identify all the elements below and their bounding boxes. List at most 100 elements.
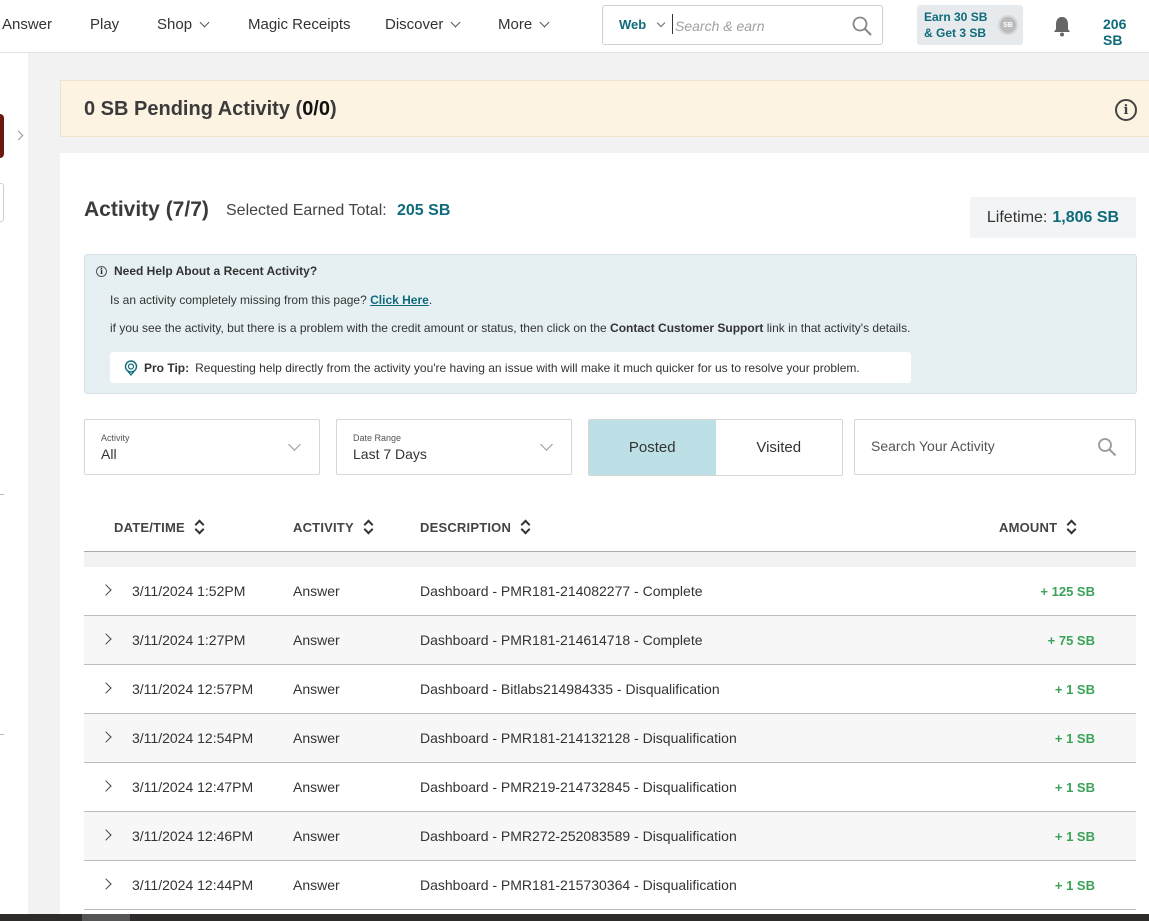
sb-coin-label: SB xyxy=(1003,21,1013,29)
row-activity: Answer xyxy=(293,730,340,746)
sort-amount-header[interactable]: AMOUNT xyxy=(999,518,1076,536)
row-description: Dashboard - Bitlabs214984335 - Disqualif… xyxy=(420,681,720,697)
row-amount: + 1 SB xyxy=(1054,878,1095,893)
visited-tab[interactable]: Visited xyxy=(716,420,843,475)
top-navigation: Answer Play Shop Magic Receipts Discover… xyxy=(0,0,1149,53)
sidebar-item-box[interactable] xyxy=(0,183,4,222)
pro-tip-label: Pro Tip: xyxy=(144,360,190,375)
taskbar-strip xyxy=(0,914,1149,921)
row-activity: Answer xyxy=(293,779,340,795)
table-row[interactable]: 3/11/2024 12:46PM Answer Dashboard - PMR27… xyxy=(84,812,1136,861)
sb-balance[interactable]: 206 SB xyxy=(1103,16,1149,48)
expand-chevron-icon[interactable] xyxy=(100,682,112,694)
info-icon: i xyxy=(96,265,107,277)
nav-discover[interactable]: Discover xyxy=(385,16,461,33)
row-description: Dashboard - PMR181-214614718 - Complete xyxy=(420,632,703,648)
date-range-select[interactable]: Date Range Last 7 Days xyxy=(336,419,572,475)
table-row[interactable]: 3/11/2024 12:54PM Answer Dashboard - PMR18… xyxy=(84,714,1136,763)
activity-filter-value: All xyxy=(101,446,117,462)
table-header: DATE/TIME ACTIVITY DESCRIPTION AMOUNT xyxy=(84,508,1136,552)
row-amount: + 1 SB xyxy=(1054,682,1095,697)
table-row[interactable]: 3/11/2024 1:27PM Answer Dashboard - PMR181… xyxy=(84,616,1136,665)
row-datetime: 3/11/2024 12:44PM xyxy=(132,877,254,893)
row-amount: + 1 SB xyxy=(1054,829,1095,844)
search-scope-select[interactable]: Web xyxy=(619,17,666,32)
expand-chevron-icon[interactable] xyxy=(100,780,112,792)
activity-table-body: 3/11/2024 1:52PM Answer Dashboard - PMR181… xyxy=(84,567,1136,910)
help-line2-post: link in that activity's details. xyxy=(766,321,911,335)
web-search-box: Web xyxy=(602,5,883,45)
taskbar-segment xyxy=(82,914,130,921)
expand-chevron-icon[interactable] xyxy=(100,731,112,743)
earn-promo-line1: Earn 30 SB xyxy=(924,10,988,24)
nav-more-label: More xyxy=(498,16,533,33)
expand-chevron-icon[interactable] xyxy=(100,633,112,645)
search-icon[interactable] xyxy=(851,15,873,37)
activity-type-select[interactable]: Activity All xyxy=(84,419,320,475)
expand-chevron-icon[interactable] xyxy=(100,829,112,841)
lifetime-label: Lifetime: xyxy=(986,208,1048,226)
help-line1-text: Is an activity completely missing from t… xyxy=(110,293,367,307)
posted-visited-toggle: Posted Visited xyxy=(588,419,843,476)
row-amount: + 125 SB xyxy=(1040,584,1095,599)
sort-datetime-header[interactable]: DATE/TIME xyxy=(114,518,204,536)
chevron-down-icon xyxy=(199,17,210,28)
expand-chevron-icon[interactable] xyxy=(100,584,112,596)
sort-activity-header[interactable]: ACTIVITY xyxy=(293,518,373,536)
pending-suffix: ) xyxy=(330,98,337,120)
left-sidebar-collapsed xyxy=(0,53,28,921)
activity-title: Activity (7/7) xyxy=(84,198,209,221)
nav-more[interactable]: More xyxy=(498,16,550,33)
search-input[interactable] xyxy=(675,16,845,36)
lifetime-value: 1,806 SB xyxy=(1052,208,1120,226)
row-datetime: 3/11/2024 1:27PM xyxy=(132,632,246,648)
chevron-down-icon xyxy=(540,438,553,451)
help-title-text: Need Help About a Recent Activity? xyxy=(114,264,318,278)
pending-count: 0/0 xyxy=(302,98,330,120)
activity-search-input[interactable] xyxy=(871,438,1091,454)
table-row[interactable]: 3/11/2024 12:44PM Answer Dashboard - PMR18… xyxy=(84,861,1136,910)
row-amount: + 1 SB xyxy=(1054,731,1095,746)
nav-magic-receipts[interactable]: Magic Receipts xyxy=(248,16,351,33)
search-cursor xyxy=(672,14,673,34)
notification-bell-icon[interactable] xyxy=(1052,15,1072,37)
row-datetime: 3/11/2024 12:47PM xyxy=(132,779,254,795)
expand-chevron-icon[interactable] xyxy=(100,878,112,890)
posted-tab[interactable]: Posted xyxy=(589,420,716,475)
activity-search-box xyxy=(854,419,1136,475)
earn-promo-line2: & Get 3 SB xyxy=(924,26,987,40)
search-icon[interactable] xyxy=(1097,437,1117,457)
nav-answer[interactable]: Answer xyxy=(2,16,52,33)
activity-card: Activity (7/7) Selected Earned Total: 20… xyxy=(60,153,1149,921)
date-range-label: Date Range xyxy=(353,433,402,443)
contact-support-text: Contact Customer Support xyxy=(610,321,764,335)
sort-icon xyxy=(363,518,373,536)
sort-icon xyxy=(1066,518,1076,536)
nav-play[interactable]: Play xyxy=(90,16,119,33)
nav-shop[interactable]: Shop xyxy=(157,16,210,33)
pending-activity-bar: 0 SB Pending Activity (0/0) i xyxy=(60,80,1149,137)
earn-promo-button[interactable]: Earn 30 SB & Get 3 SB SB xyxy=(917,5,1023,45)
row-activity: Answer xyxy=(293,632,340,648)
sort-description-header[interactable]: DESCRIPTION xyxy=(420,518,530,536)
sort-icon xyxy=(194,518,204,536)
nav-answer-label: Answer xyxy=(2,16,53,33)
info-icon[interactable]: i xyxy=(1115,99,1137,121)
datetime-header-label: DATE/TIME xyxy=(114,519,185,535)
row-description: Dashboard - PMR181-214082277 - Complete xyxy=(420,583,703,599)
help-missing-activity: Is an activity completely missing from t… xyxy=(110,293,433,307)
help-title: i Need Help About a Recent Activity? xyxy=(96,264,317,278)
table-row[interactable]: 3/11/2024 12:47PM Answer Dashboard - PMR21… xyxy=(84,763,1136,812)
row-description: Dashboard - PMR219-214732845 - Disqualif… xyxy=(420,779,737,795)
click-here-link[interactable]: Click Here xyxy=(370,293,429,307)
pending-prefix: 0 SB Pending Activity ( xyxy=(84,98,303,120)
row-datetime: 3/11/2024 12:54PM xyxy=(132,730,254,746)
sidebar-expand-chevron-icon[interactable] xyxy=(13,130,24,141)
row-activity: Answer xyxy=(293,877,340,893)
chevron-down-icon xyxy=(539,17,550,28)
row-description: Dashboard - PMR181-215730364 - Disqualif… xyxy=(420,877,737,893)
table-row[interactable]: 3/11/2024 12:57PM Answer Dashboard - Bitla… xyxy=(84,665,1136,714)
row-activity: Answer xyxy=(293,828,340,844)
help-problem-text: if you see the activity, but there is a … xyxy=(110,321,910,335)
table-row[interactable]: 3/11/2024 1:52PM Answer Dashboard - PMR181… xyxy=(84,567,1136,616)
